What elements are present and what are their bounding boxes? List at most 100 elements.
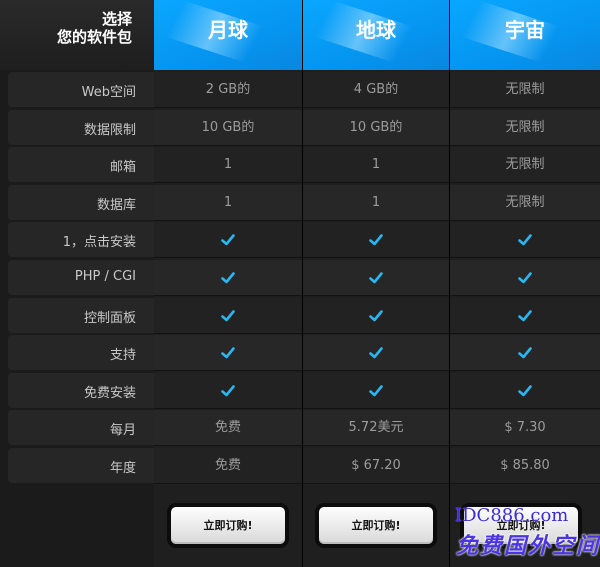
- row-label: Web空间: [81, 85, 136, 100]
- cell-value: $ 7.30: [504, 420, 546, 435]
- cell-value: 5.72美元: [348, 420, 404, 435]
- cell-value: 1: [223, 195, 233, 210]
- table-cell: 1: [303, 147, 449, 183]
- row-label: 免费安装: [83, 386, 136, 401]
- table-row: 免费安装: [8, 373, 600, 409]
- table-cell: 无限制: [450, 147, 600, 183]
- table-row: PHP / CGI: [8, 260, 600, 296]
- table-cell: [154, 222, 302, 258]
- table-cell: 无限制: [450, 72, 600, 108]
- row-label-cell: 数据限制: [8, 110, 154, 145]
- table-cell: 1: [303, 185, 449, 221]
- table-cell: 4 GB的: [303, 72, 449, 108]
- table-row: 数据限制 10 GB的 10 GB的 无限制: [8, 110, 600, 146]
- checkmark-icon: [518, 234, 532, 246]
- checkmark-icon: [221, 347, 235, 359]
- table-cell: [154, 373, 302, 409]
- table-row: 每月 免费 5.72美元 $ 7.30: [8, 410, 600, 446]
- table-cell: [450, 222, 600, 258]
- table-cell: [303, 222, 449, 258]
- table-cell: $ 85.80: [450, 448, 600, 484]
- checkmark-icon: [221, 310, 235, 322]
- cell-value: 无限制: [505, 82, 545, 97]
- cell-value: 4 GB的: [353, 82, 399, 97]
- plan-header-universe: 宇宙: [450, 0, 600, 70]
- cell-value: 1: [371, 195, 381, 210]
- table-cell: 无限制: [450, 110, 600, 146]
- checkmark-icon: [369, 310, 383, 322]
- checkmark-icon: [518, 385, 532, 397]
- cell-value: 10 GB的: [349, 120, 403, 135]
- table-row: 控制面板: [8, 298, 600, 334]
- row-label-cell: 1，点击安装: [8, 222, 154, 257]
- table-row: 支持: [8, 335, 600, 371]
- table-cell: [303, 298, 449, 334]
- cell-value: $ 85.80: [500, 458, 550, 473]
- table-row: 邮箱 1 1 无限制: [8, 147, 600, 183]
- header-title: 选择 您的软件包: [57, 10, 132, 46]
- row-label: 支持: [109, 348, 136, 363]
- checkmark-icon: [369, 385, 383, 397]
- row-label: 每月: [109, 423, 136, 438]
- table-cell: 2 GB的: [154, 72, 302, 108]
- order-button-moon[interactable]: 立即订购!: [171, 507, 285, 544]
- cell-value: 2 GB的: [205, 82, 251, 97]
- row-label-cell: 每月: [8, 410, 154, 445]
- column-divider: [449, 0, 450, 567]
- row-label-cell: PHP / CGI: [8, 260, 154, 295]
- table-cell: $ 7.30: [450, 410, 600, 446]
- table-cell: [154, 335, 302, 371]
- table-cell: 免费: [154, 448, 302, 484]
- header-title-line1: 选择: [101, 10, 132, 28]
- header-title-line2: 您的软件包: [56, 28, 132, 46]
- table-row: Web空间 2 GB的 4 GB的 无限制: [8, 72, 600, 108]
- cell-value: 1: [371, 157, 381, 172]
- plan-header-earth: 地球: [303, 0, 449, 70]
- checkmark-icon: [369, 234, 383, 246]
- table-cell: 5.72美元: [303, 410, 449, 446]
- row-label-cell: 邮箱: [8, 147, 154, 182]
- table-cell: [303, 260, 449, 296]
- table-cell: [450, 260, 600, 296]
- cell-value: 1: [223, 157, 233, 172]
- row-label-cell: 数据库: [8, 185, 154, 220]
- header-label-cell: 选择 您的软件包: [0, 0, 154, 70]
- table-cell: 10 GB的: [303, 110, 449, 146]
- watermark-domain: IDC886.com: [455, 505, 569, 526]
- cell-value: 无限制: [505, 120, 545, 135]
- table-cell: 1: [154, 185, 302, 221]
- row-label: 年度: [109, 461, 136, 476]
- table-row: 年度 免费 $ 67.20 $ 85.80: [8, 448, 600, 484]
- plan-name-earth: 地球: [356, 18, 396, 42]
- row-label-cell: 免费安装: [8, 373, 154, 408]
- table-row: 1，点击安装: [8, 222, 600, 258]
- checkmark-icon: [518, 310, 532, 322]
- row-label: 1，点击安装: [62, 235, 136, 250]
- order-button-earth[interactable]: 立即订购!: [319, 507, 433, 544]
- row-label: 数据库: [96, 198, 136, 213]
- cell-value: 免费: [214, 458, 241, 473]
- row-label: 邮箱: [109, 160, 136, 175]
- table-cell: 无限制: [450, 185, 600, 221]
- table-cell: [154, 260, 302, 296]
- checkmark-icon: [518, 272, 532, 284]
- cell-value: 无限制: [505, 195, 545, 210]
- checkmark-icon: [221, 272, 235, 284]
- table-cell: [450, 335, 600, 371]
- table-cell: [450, 373, 600, 409]
- row-label-cell: 年度: [8, 448, 154, 483]
- checkmark-icon: [518, 347, 532, 359]
- row-label-cell: 支持: [8, 335, 154, 370]
- checkmark-icon: [369, 272, 383, 284]
- plan-header-moon: 月球: [154, 0, 302, 70]
- table-cell: 10 GB的: [154, 110, 302, 146]
- table-cell: [303, 373, 449, 409]
- cell-value: $ 67.20: [351, 458, 401, 473]
- watermark-text: 免费国外空间: [456, 533, 600, 559]
- checkmark-icon: [221, 385, 235, 397]
- table-cell: [450, 298, 600, 334]
- checkmark-icon: [369, 347, 383, 359]
- row-label: 控制面板: [83, 311, 136, 326]
- table-cell: 免费: [154, 410, 302, 446]
- plan-name-universe: 宇宙: [505, 18, 545, 42]
